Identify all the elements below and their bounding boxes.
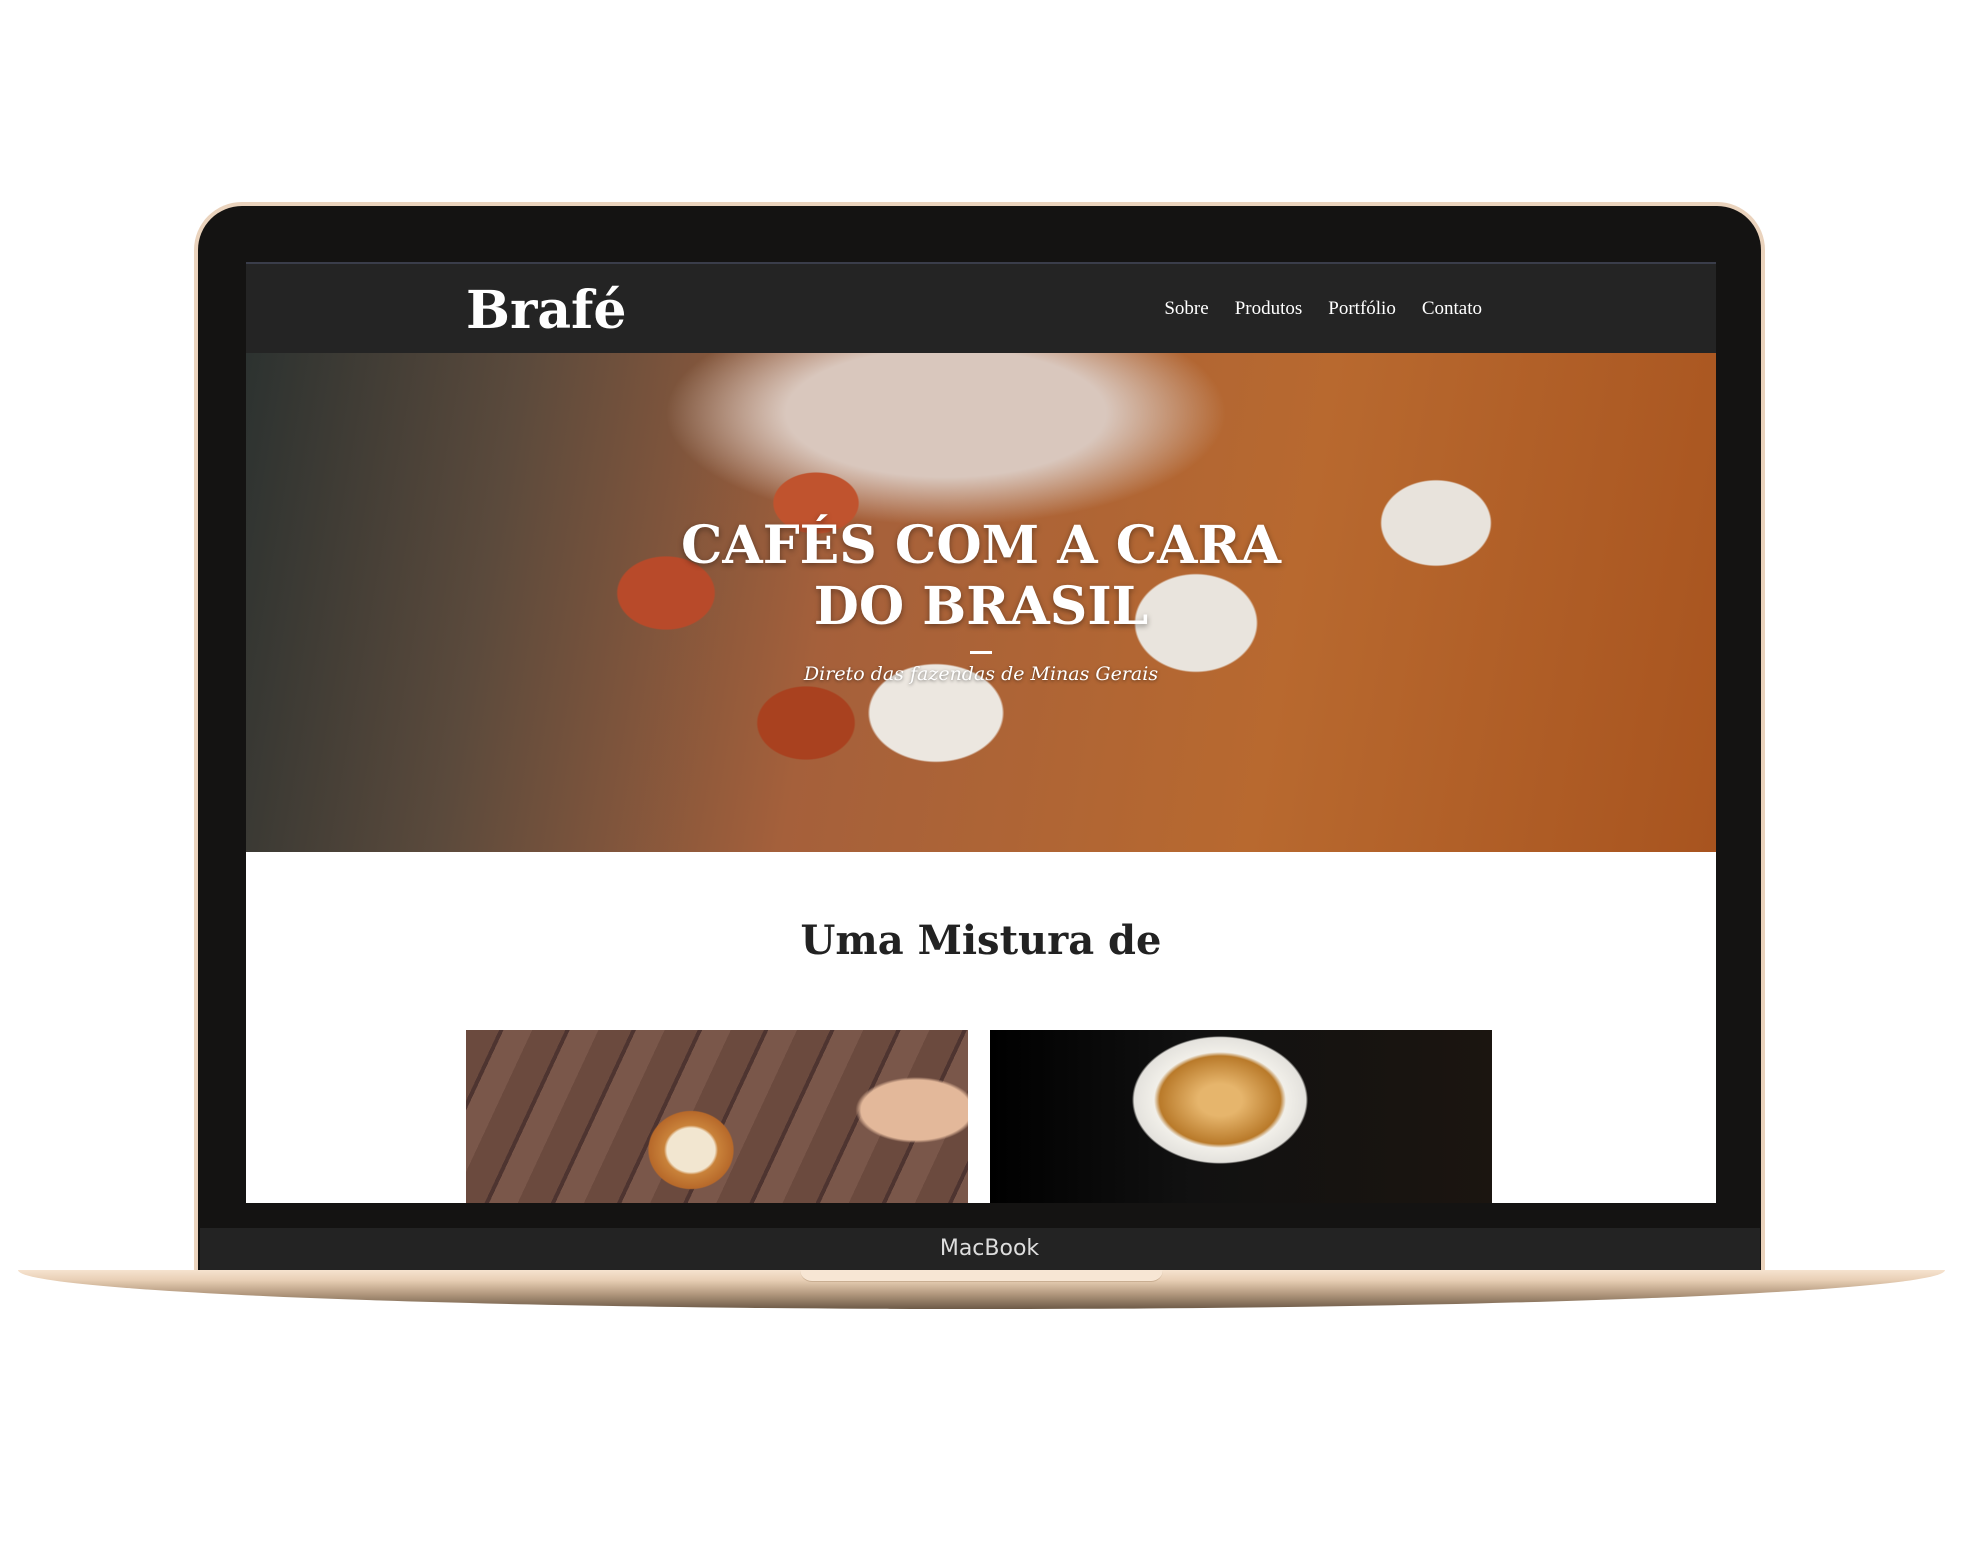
nav-link-produtos[interactable]: Produtos: [1235, 298, 1303, 320]
hero-title: CAFÉS COM A CARA DO BRASIL: [246, 515, 1716, 637]
hero-divider: [970, 651, 992, 654]
latte-art-image: [466, 1030, 968, 1203]
navbar: Brafé Sobre Produtos Portfólio Contato: [246, 262, 1716, 353]
hero-title-line-1: CAFÉS COM A CARA: [680, 515, 1282, 576]
nav-link-portfolio[interactable]: Portfólio: [1328, 298, 1396, 320]
device-label: MacBook: [939, 1236, 1040, 1261]
website-screen: Brafé Sobre Produtos Portfólio Contato C…: [246, 262, 1716, 1203]
nav-link-contato[interactable]: Contato: [1422, 298, 1482, 320]
nav-link-sobre[interactable]: Sobre: [1164, 298, 1208, 320]
hero-banner: CAFÉS COM A CARA DO BRASIL Direto das fa…: [246, 353, 1716, 852]
nav-links: Sobre Produtos Portfólio Contato: [1164, 298, 1482, 320]
laptop-hinge-notch: [800, 1270, 1163, 1282]
cappuccino-pour-image: [990, 1030, 1492, 1203]
logo[interactable]: Brafé: [466, 280, 627, 341]
section-title: Uma Mistura de: [800, 917, 1162, 964]
hero-title-line-2: DO BRASIL: [813, 576, 1149, 637]
hero-subtitle: Direto das fazendas de Minas Gerais: [803, 663, 1159, 685]
